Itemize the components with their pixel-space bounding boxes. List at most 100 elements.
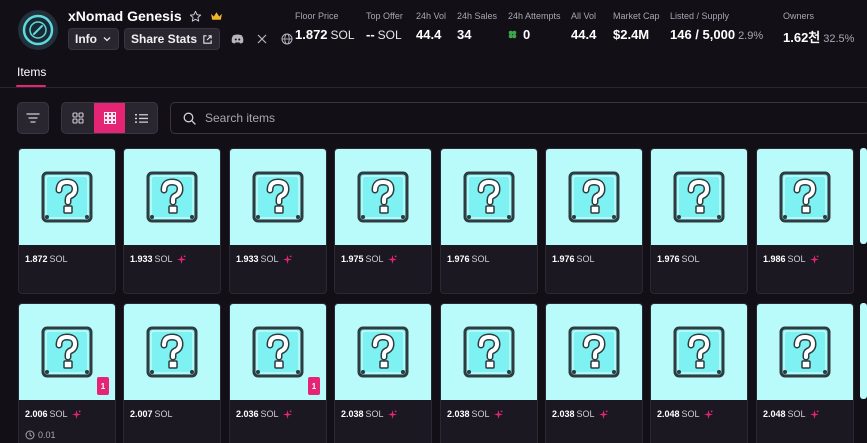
price-value: 1.872 — [25, 254, 48, 264]
nft-image — [441, 149, 537, 245]
sparkle-icon — [493, 409, 503, 419]
partial-card — [860, 303, 867, 399]
card-price: 2.038 SOL — [341, 409, 397, 419]
nft-card[interactable]: 1.986 SOL — [756, 148, 854, 294]
card-price: 1.872 SOL — [25, 254, 68, 264]
nft-card[interactable]: 2.038 SOL — [440, 303, 538, 443]
price-unit: SOL — [471, 254, 490, 264]
grid-small-icon — [103, 112, 116, 124]
price-value: 1.975 — [341, 254, 364, 264]
share-stats-button[interactable]: Share Stats — [124, 28, 221, 50]
nft-image — [335, 149, 431, 245]
price-value: 1.933 — [236, 254, 259, 264]
mystery-box-icon — [673, 171, 725, 223]
share-icon — [203, 34, 212, 44]
stat-label: All Vol — [571, 11, 597, 21]
price-value: 1.976 — [657, 254, 680, 264]
stat-value: 44.4 — [571, 27, 597, 42]
sparkle-icon — [282, 254, 292, 264]
price-value: 1.976 — [447, 254, 470, 264]
nft-image — [651, 304, 747, 400]
search-box — [170, 102, 867, 134]
globe-icon[interactable] — [279, 31, 295, 47]
sparkle-icon — [809, 409, 819, 419]
price-value: 2.006 — [25, 409, 48, 419]
mystery-box-icon — [357, 171, 409, 223]
nft-card[interactable]: 1.872 SOL — [18, 148, 116, 294]
mystery-box-icon — [568, 326, 620, 378]
sparkle-icon — [387, 254, 397, 264]
clover-icon — [508, 30, 517, 39]
card-price: 2.048 SOL — [763, 409, 819, 419]
stat-value: $2.4M — [613, 27, 650, 42]
card-price: 2.036 SOL — [236, 409, 292, 419]
stat-floor-price: Floor Price 1.872 SOL — [295, 11, 355, 42]
card-price: 2.048 SOL — [657, 409, 713, 419]
nft-image — [335, 304, 431, 400]
stat-all-vol: All Vol 44.4 — [571, 11, 596, 42]
nft-card[interactable]: 1 2.036 SOL — [229, 303, 327, 443]
price-unit: SOL — [787, 254, 806, 264]
x-twitter-icon[interactable] — [254, 31, 270, 47]
list-icon — [134, 113, 148, 123]
stat-unit: SOL — [377, 28, 402, 42]
nft-image — [124, 304, 220, 400]
nft-card[interactable]: 1 2.006 SOL 0.01 — [18, 303, 116, 443]
nft-card[interactable]: 2.007 SOL — [123, 303, 221, 443]
nft-card[interactable]: 2.048 SOL — [650, 303, 748, 443]
price-unit: SOL — [576, 254, 595, 264]
count-badge: 1 — [308, 377, 320, 395]
card-price: 1.975 SOL — [341, 254, 397, 264]
nft-card[interactable]: 2.038 SOL — [545, 303, 643, 443]
stat-owners: Owners 1.62천 32.5% — [783, 11, 854, 46]
nft-image — [230, 149, 326, 245]
price-value: 2.048 — [657, 409, 680, 419]
price-unit: SOL — [49, 254, 68, 264]
view-toggle-group — [61, 102, 158, 134]
price-value: 2.038 — [447, 409, 470, 419]
info-dropdown-button[interactable]: Info — [68, 28, 119, 50]
crown-icon — [210, 9, 224, 23]
stat-label: 24h Attempts — [508, 11, 561, 21]
price-unit: SOL — [154, 409, 173, 419]
stat-value: 1.872 — [295, 27, 328, 42]
card-price: 2.038 SOL — [552, 409, 608, 419]
nft-card[interactable]: 2.038 SOL — [334, 303, 432, 443]
filter-button[interactable] — [17, 102, 49, 134]
mystery-box-icon — [146, 171, 198, 223]
last-sale-value: 0.01 — [38, 430, 56, 440]
nft-card[interactable]: 1.976 SOL — [440, 148, 538, 294]
active-tab-indicator — [16, 85, 46, 87]
mystery-box-icon — [252, 171, 304, 223]
price-unit: SOL — [260, 409, 279, 419]
nft-card[interactable]: 1.975 SOL — [334, 148, 432, 294]
stat-24h-vol: 24h Vol 44.4 — [416, 11, 446, 42]
stat-percent: 2.9% — [738, 30, 764, 42]
tab-items[interactable]: Items — [17, 65, 46, 79]
grid-large-view-button[interactable] — [62, 103, 94, 133]
stat-label: Top Offer — [366, 11, 403, 21]
grid-small-view-button[interactable] — [93, 103, 126, 133]
nft-card[interactable]: 1.976 SOL — [650, 148, 748, 294]
price-value: 2.038 — [552, 409, 575, 419]
card-price: 1.976 SOL — [447, 254, 490, 264]
price-value: 1.986 — [763, 254, 786, 264]
stat-label: Market Cap — [613, 11, 660, 21]
nft-card[interactable]: 1.933 SOL — [229, 148, 327, 294]
collection-name: xNomad Genesis — [68, 8, 182, 24]
stat-top-offer: Top Offer -- SOL — [366, 11, 403, 42]
price-value: 2.036 — [236, 409, 259, 419]
filter-icon — [26, 113, 40, 123]
nft-image — [757, 304, 853, 400]
favorite-star-icon[interactable] — [189, 9, 203, 23]
search-input[interactable] — [205, 111, 705, 125]
list-view-button[interactable] — [125, 103, 157, 133]
mystery-box-icon — [146, 326, 198, 378]
nft-card[interactable]: 1.976 SOL — [545, 148, 643, 294]
discord-icon[interactable] — [229, 31, 245, 47]
collection-logo[interactable] — [18, 10, 58, 50]
nft-card[interactable]: 1.933 SOL — [123, 148, 221, 294]
sparkle-icon — [387, 409, 397, 419]
stat-value: -- — [366, 27, 375, 42]
nft-card[interactable]: 2.048 SOL — [756, 303, 854, 443]
